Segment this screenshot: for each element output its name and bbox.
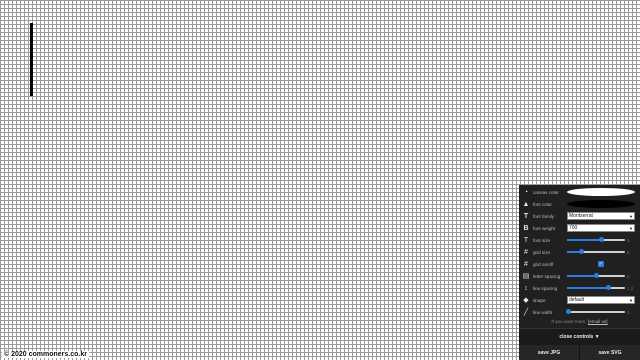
text-size-icon: T <box>523 236 529 244</box>
shapes-icon: ◆ <box>523 297 529 304</box>
shape-label: shape <box>533 297 546 303</box>
chevron-down-icon: ▼ <box>629 297 633 303</box>
font-size-slider[interactable] <box>567 236 625 244</box>
contact-text: If you want more, <box>551 319 588 324</box>
row-font-weight: B font weight 700 ▼ <box>519 222 640 234</box>
row-font-color: ▲ font color <box>519 198 640 210</box>
shape-select[interactable]: default ▼ <box>567 296 635 304</box>
font-weight-select[interactable]: 700 ▼ <box>567 224 635 232</box>
grid-size-slider[interactable] <box>567 248 625 256</box>
save-svg-button[interactable]: save SVG <box>580 345 640 360</box>
email-us-link[interactable]: [email us] <box>588 319 608 324</box>
shape-value: default <box>569 297 585 303</box>
letter-spacing-slider[interactable] <box>567 272 625 280</box>
font-weight-value: 700 <box>569 225 578 231</box>
letter-spacing-icon: ▤ <box>522 273 530 280</box>
font-color-label: font color <box>533 201 552 207</box>
row-letter-spacing: ▤ letter spacing 0 <box>519 270 640 282</box>
line-spacing-label: line spacing <box>533 285 558 291</box>
footer-copyright: © 2020 commoners.co.kr <box>2 351 89 358</box>
chevron-down-icon: ▼ <box>629 213 633 219</box>
row-grid-size: # grid size 5 <box>519 246 640 258</box>
palette-icon: ◔ <box>523 188 529 196</box>
controls-panel: ◔ canvas color ▲ font color T font famil… <box>519 185 640 360</box>
font-size-label: font size <box>533 237 551 243</box>
slider-thumb[interactable] <box>579 249 584 254</box>
canvas-color-picker[interactable] <box>567 188 635 196</box>
close-controls-button[interactable]: close controls ▼ <box>519 328 640 345</box>
font-size-value: 5 <box>627 238 630 243</box>
text-cursor <box>30 23 33 96</box>
row-shape: ◆ shape default ▼ <box>519 294 640 306</box>
slider-thumb[interactable] <box>565 309 571 314</box>
save-jpg-button[interactable]: save JPG <box>519 345 580 360</box>
font-family-value: Montserrat <box>569 213 593 219</box>
text-icon: T <box>523 212 529 220</box>
slider-thumb[interactable] <box>599 237 605 242</box>
grid-icon: # <box>524 260 528 268</box>
drop-icon: ▲ <box>522 200 530 208</box>
letter-spacing-value: 0 <box>627 274 630 279</box>
font-weight-label: font weight <box>533 225 556 231</box>
line-spacing-slider[interactable] <box>567 284 625 292</box>
grid-onoff-checkbox[interactable]: ✓ <box>598 261 604 267</box>
canvas-color-label: canvas color <box>533 189 559 195</box>
row-font-family: T font family Montserrat ▼ <box>519 210 640 222</box>
grid-size-value: 5 <box>627 250 630 255</box>
grid-size-label: grid size <box>533 249 551 255</box>
contact-note: If you want more, [email us] <box>519 319 640 324</box>
line-icon: ╱ <box>523 309 529 316</box>
grid-icon: # <box>524 248 528 256</box>
letter-spacing-label: letter spacing <box>533 273 561 279</box>
row-line-spacing: ↕ line spacing 1.2 <box>519 282 640 294</box>
font-family-label: font family <box>533 213 554 219</box>
grid-onoff-label: grid on/off <box>533 261 554 267</box>
line-spacing-value: 1.2 <box>627 286 634 291</box>
save-buttons: save JPG save SVG <box>519 345 640 360</box>
line-spacing-icon: ↕ <box>524 284 528 292</box>
chevron-down-icon: ▼ <box>629 225 633 231</box>
bold-icon: B <box>523 224 529 232</box>
font-color-picker[interactable] <box>567 200 635 208</box>
line-width-value: 0 <box>627 310 630 315</box>
row-line-width: ╱ line width 0 <box>519 306 640 318</box>
row-grid-onoff: # grid on/off ✓ <box>519 258 640 270</box>
line-width-label: line width <box>533 309 553 315</box>
row-canvas-color: ◔ canvas color <box>519 186 640 198</box>
row-font-size: T font size 5 <box>519 234 640 246</box>
slider-thumb[interactable] <box>593 273 599 278</box>
font-family-select[interactable]: Montserrat ▼ <box>567 212 635 220</box>
line-width-slider[interactable] <box>565 308 625 316</box>
slider-thumb[interactable] <box>606 285 612 290</box>
